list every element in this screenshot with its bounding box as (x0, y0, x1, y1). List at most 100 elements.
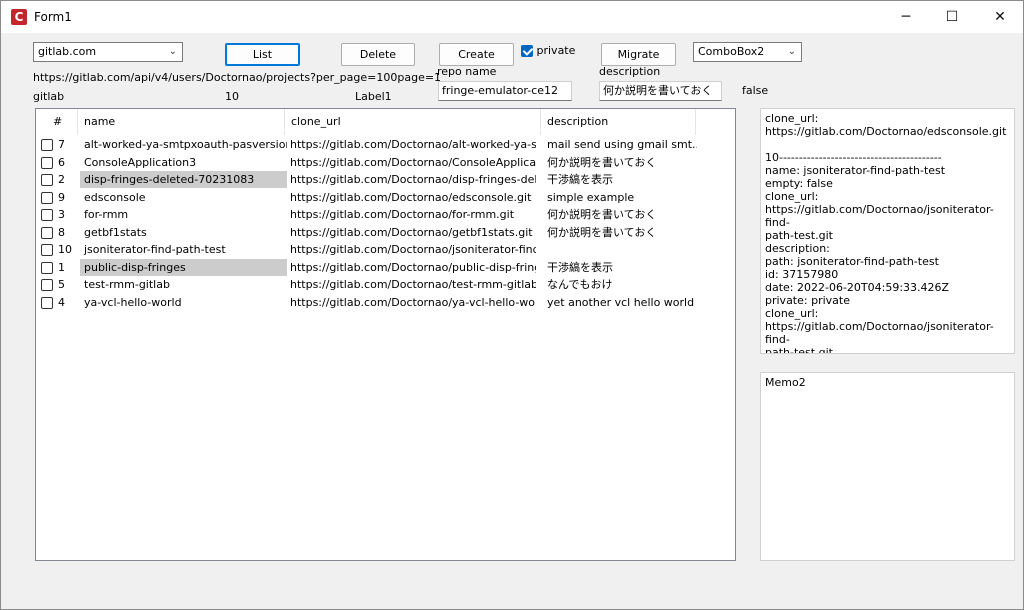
private-checkbox-box[interactable] (521, 45, 533, 57)
row-clone-url: https://gitlab.com/Doctornao/alt-worked-… (290, 138, 536, 151)
row-name: ya-vcl-hello-world (84, 295, 182, 309)
maximize-button[interactable]: ☐ (929, 1, 975, 33)
memo1[interactable]: clone_url: https://gitlab.com/Doctornao/… (760, 108, 1015, 354)
row-checkbox[interactable] (41, 224, 55, 241)
row-checkbox-box[interactable] (41, 139, 53, 151)
row-description: なんでもおけ (547, 278, 613, 291)
row-clone-url: https://gitlab.com/Doctornao/for-rmm.git (290, 208, 515, 221)
row-checkbox[interactable] (41, 259, 55, 276)
row-checkbox[interactable] (41, 154, 55, 171)
row-checkbox[interactable] (41, 171, 55, 188)
row-checkbox[interactable] (41, 241, 55, 258)
row-checkbox-box[interactable] (41, 209, 53, 221)
row-num: 2 (58, 173, 65, 186)
table-row[interactable]: 1 public-disp-fringes https://gitlab.com/D… (36, 258, 735, 276)
combobox2[interactable]: ComboBox2 ⌄ (693, 42, 802, 62)
chevron-down-icon: ⌄ (787, 46, 796, 57)
table-row[interactable]: 7 alt-worked-ya-smtpxoauth-pasversion http… (36, 136, 735, 153)
row-description: mail send using gmail smt... (547, 138, 697, 151)
row-clone-url: https://gitlab.com/Doctornao/edsconsole.… (290, 190, 532, 204)
table-row[interactable]: 3 for-rmm https://gitlab.com/Doctornao/for… (36, 206, 735, 223)
row-clone-url: https://gitlab.com/Doctornao/jsoniterato… (290, 243, 536, 256)
table-row[interactable]: 8 getbf1stats https://gitlab.com/Doctornao… (36, 224, 735, 241)
row-checkbox[interactable] (41, 276, 55, 293)
close-button[interactable]: ✕ (977, 1, 1023, 33)
row-num: 9 (58, 190, 65, 204)
row-num: 1 (58, 260, 65, 274)
row-num: 6 (58, 155, 65, 169)
minimize-button[interactable]: ─ (883, 1, 929, 33)
row-description: 何か説明を書いておく (547, 208, 657, 221)
main-window: C Form1 ─ ☐ ✕ gitlab.com ⌄ List Delete C… (0, 0, 1024, 610)
row-checkbox-box[interactable] (41, 279, 53, 291)
repo-name-label: repo name (437, 65, 497, 78)
host-combobox[interactable]: gitlab.com ⌄ (33, 42, 183, 62)
row-checkbox-box[interactable] (41, 191, 53, 204)
listview-header: # name clone_url description (36, 109, 735, 135)
project-listview[interactable]: # name clone_url description 7 alt-worked… (35, 108, 736, 561)
chevron-down-icon: ⌄ (168, 46, 177, 57)
private-checkbox-label: private (536, 44, 576, 57)
description-input[interactable]: 何か説明を書いておく (599, 81, 722, 101)
table-row[interactable]: 6 ConsoleApplication3 https://gitlab.com/D… (36, 154, 735, 171)
column-header-description[interactable]: description (541, 109, 696, 135)
row-description: simple example (547, 190, 635, 204)
row-checkbox-box[interactable] (41, 174, 53, 186)
table-row[interactable]: 5 test-rmm-gitlab https://gitlab.com/Docto… (36, 276, 735, 293)
row-name: alt-worked-ya-smtpxoauth-pasversion (84, 138, 287, 151)
row-checkbox-box[interactable] (41, 156, 53, 169)
row-checkbox-box[interactable] (41, 226, 53, 239)
table-row[interactable]: 10 jsoniterator-find-path-test https://git… (36, 241, 735, 258)
row-name: jsoniterator-find-path-test (84, 243, 226, 256)
title-bar[interactable]: C Form1 ─ ☐ ✕ (1, 1, 1023, 33)
window-title: Form1 (34, 10, 72, 24)
label1: Label1 (355, 90, 392, 103)
row-name: test-rmm-gitlab (84, 278, 170, 291)
row-checkbox-box[interactable] (41, 244, 53, 256)
row-num: 8 (58, 225, 65, 239)
row-num: 5 (58, 278, 65, 291)
table-row[interactable]: 2 disp-fringes-deleted-70231083 https://gi… (36, 171, 735, 188)
column-header-num[interactable]: # (36, 109, 78, 135)
row-num: 10 (58, 243, 72, 256)
row-checkbox-box[interactable] (41, 261, 53, 274)
table-row[interactable]: 4 ya-vcl-hello-world https://gitlab.com/Do… (36, 294, 735, 311)
row-clone-url: https://gitlab.com/Doctornao/public-disp… (290, 260, 536, 274)
column-header-clone-url[interactable]: clone_url (285, 109, 541, 135)
api-url-label: https://gitlab.com/api/v4/users/Doctorna… (33, 71, 442, 84)
row-name: edsconsole (84, 190, 146, 204)
row-name: getbf1stats (84, 225, 147, 239)
table-row[interactable]: 9 edsconsole https://gitlab.com/Doctornao/… (36, 189, 735, 206)
app-icon: C (11, 9, 27, 25)
combobox2-value: ComboBox2 (698, 45, 765, 58)
column-header-name[interactable]: name (78, 109, 285, 135)
row-checkbox-box[interactable] (41, 296, 53, 309)
private-checkbox[interactable]: private (521, 44, 575, 60)
row-description: yet another vcl hello world (547, 295, 695, 309)
list-button[interactable]: List (225, 43, 300, 66)
host-combobox-value: gitlab.com (38, 45, 97, 58)
row-checkbox[interactable] (41, 206, 55, 223)
row-clone-url: https://gitlab.com/Doctornao/test-rmm-gi… (290, 278, 536, 291)
row-checkbox[interactable] (41, 189, 55, 206)
row-clone-url: https://gitlab.com/Doctornao/ya-vcl-hell… (290, 295, 536, 309)
row-name: ConsoleApplication3 (84, 155, 197, 169)
row-clone-url: https://gitlab.com/Doctornao/ConsoleAppl… (290, 155, 536, 169)
create-button[interactable]: Create (439, 43, 514, 66)
delete-button[interactable]: Delete (341, 43, 415, 66)
migrate-button[interactable]: Migrate (601, 43, 676, 66)
description-label: description (599, 65, 661, 78)
row-num: 4 (58, 295, 65, 309)
row-checkbox[interactable] (41, 294, 55, 311)
row-clone-url: https://gitlab.com/Doctornao/disp-fringe… (290, 173, 536, 186)
memo2[interactable]: Memo2 (760, 372, 1015, 561)
row-description: 何か説明を書いておく (547, 225, 657, 239)
row-description: 干渉縞を表示 (547, 173, 613, 186)
repo-name-input[interactable]: fringe-emulator-ce12 (438, 81, 572, 101)
count-label: 10 (225, 90, 239, 103)
row-clone-url: https://gitlab.com/Doctornao/getbf1stats… (290, 225, 533, 239)
row-name: disp-fringes-deleted-70231083 (80, 171, 287, 188)
row-description: 干渉縞を表示 (547, 260, 613, 274)
row-checkbox[interactable] (41, 136, 55, 153)
row-name: public-disp-fringes (80, 258, 287, 276)
